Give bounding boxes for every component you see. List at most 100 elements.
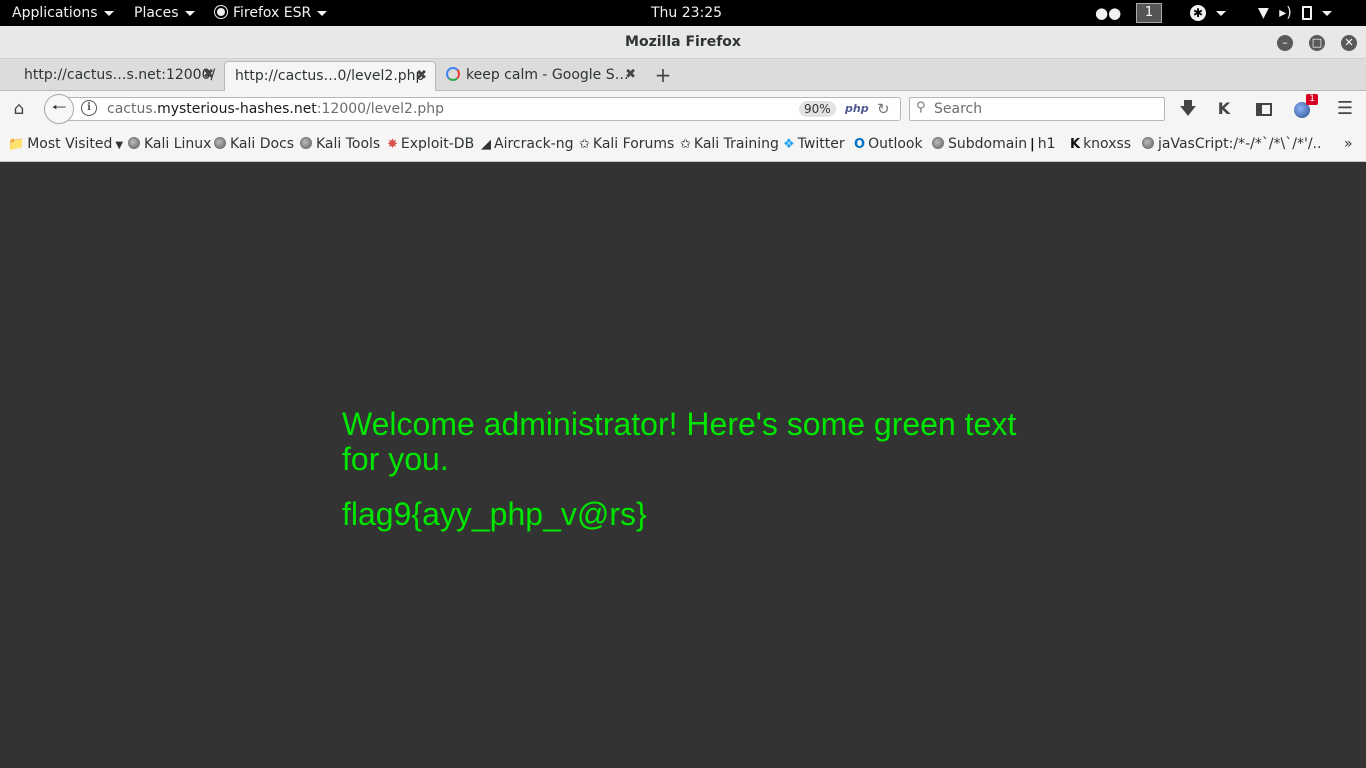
globe-icon [1142,137,1154,149]
tab-level2[interactable]: http://cactus…0/level2.php ✖ [224,61,436,92]
bookmark-label: Exploit-DB [400,136,475,152]
url-bar[interactable]: i cactus.mysterious-hashes.net:12000/lev… [44,97,901,121]
hamburger-menu-icon: ☰ [1336,98,1354,119]
wifi-icon: ▼ [1258,5,1269,21]
bookmark-label: Kali Training [693,136,779,152]
twitter-icon: ❖ [783,137,795,152]
battery-icon [1302,6,1313,20]
downloads-button[interactable]: 🡇 [1178,98,1198,120]
kali-dragon-icon: ✩ [579,137,590,152]
welcome-message: Welcome administrator! Here's some green… [342,406,1017,477]
extension-button[interactable]: 1 [1292,94,1318,120]
bookmark-label: Aircrack-ng [494,136,574,152]
bookmark-aircrack-ng[interactable]: ◢ Aircrack-ng [481,127,574,161]
window-titlebar: Mozilla Firefox – □ ✕ [0,26,1366,59]
system-menu[interactable]: ▼ ▸) [1258,0,1333,26]
workspace-number: 1 [1136,3,1162,23]
bookmark-subdomain[interactable]: Subdomain [932,127,1027,161]
video-camera-icon[interactable]: ●● [1095,0,1121,26]
notification-badge: 1 [1306,94,1318,105]
tab-label: http://cactus…0/level2.php [235,68,425,84]
zoom-indicator[interactable]: 90% [799,101,836,117]
globe-icon [932,137,944,149]
home-button[interactable]: ⌂ [8,98,30,120]
workspace-indicator[interactable]: 1 [1136,0,1162,26]
clock[interactable]: Thu 23:25 [651,0,722,26]
search-bar[interactable]: ⚲ [909,97,1165,121]
globe-icon [214,137,226,149]
url-prefix: cactus. [107,101,158,117]
bookmark-label: Kali Docs [230,136,295,152]
sidebar-button[interactable] [1254,98,1274,120]
navigation-toolbar: ⌂ i cactus.mysterious-hashes.net:12000/l… [0,91,1366,127]
google-icon [446,67,460,81]
chevron-down-icon [103,10,114,16]
bookmark-knoxss[interactable]: Kknoxss [1070,127,1131,161]
page-content: Welcome administrator! Here's some green… [0,162,1366,768]
back-button[interactable]: 🠐 [44,94,74,124]
tab-label: http://cactus…s.net:12000/ [24,67,216,83]
hackerone-icon: | [1030,137,1035,152]
maximize-button[interactable]: □ [1309,35,1325,51]
search-icon: ⚲ [916,100,926,115]
bookmark-label: Kali Tools [316,136,381,152]
applications-menu[interactable]: Applications [12,0,114,26]
chevron-down-icon [184,10,195,16]
close-tab-icon[interactable]: ✖ [625,61,636,89]
bookmarks-toolbar: 📁 Most Visited ▼ Kali Linux Kali Docs Kali… [0,127,1366,162]
bookmark-label: h1 [1037,136,1056,152]
bookmark-twitter[interactable]: ❖ Twitter [783,127,845,161]
php-icon[interactable]: php [845,98,869,120]
firefox-logo-icon [215,6,227,18]
places-menu[interactable]: Places [134,0,195,26]
search-input[interactable] [934,99,1159,119]
knoxss-icon: K [1217,99,1231,118]
window-title: Mozilla Firefox [625,34,741,50]
flag-text: flag9{ayy_php_v@rs} [342,496,647,532]
new-tab-button[interactable]: + [652,61,674,89]
knoxss-button[interactable]: K [1214,98,1234,120]
bookmark-label: Subdomain [948,136,1028,152]
bookmark-h1[interactable]: | h1 [1030,127,1056,161]
bookmark-label: Twitter [797,136,845,152]
bookmark-exploit-db[interactable]: ✸ Exploit-DB [387,127,474,161]
bookmark-kali-linux[interactable]: Kali Linux [128,127,211,161]
close-tab-icon[interactable]: ✖ [416,62,427,90]
bookmark-most-visited[interactable]: 📁 Most Visited ▼ [8,127,123,161]
url-text[interactable]: cactus.mysterious-hashes.net:12000/level… [107,98,444,120]
bookmark-label: knoxss [1083,136,1132,152]
bookmark-kali-forums[interactable]: ✩ Kali Forums [579,127,674,161]
bookmark-label: Kali Forums [592,136,675,152]
reload-icon[interactable]: ↻ [877,98,890,120]
maximize-icon: □ [1311,36,1323,49]
bookmark-kali-tools[interactable]: Kali Tools [300,127,380,161]
chevron-down-icon [1216,10,1226,16]
close-tab-icon[interactable]: ✖ [203,61,214,89]
accessibility-menu[interactable]: ✱ [1190,0,1226,26]
kali-dragon-icon: ✩ [680,137,691,152]
bookmark-kali-training[interactable]: ✩ Kali Training [680,127,779,161]
bookmarks-overflow-button[interactable]: » [1344,127,1353,161]
bookmark-label: Most Visited [27,136,113,152]
info-icon[interactable]: i [81,100,97,116]
applications-label: Applications [12,5,98,21]
url-suffix: :12000/level2.php [316,101,445,117]
menu-button[interactable]: ☰ [1334,98,1356,120]
tab-google-search[interactable]: keep calm - Google S… ✖ [436,61,644,91]
bookmark-kali-docs[interactable]: Kali Docs [214,127,294,161]
exploit-db-icon: ✸ [387,137,398,152]
bookmark-outlook[interactable]: O Outlook [854,127,923,161]
firefox-app-menu[interactable]: Firefox ESR [215,0,328,26]
tab-cactus-root[interactable]: http://cactus…s.net:12000/ ✖ [14,61,222,91]
bookmark-javascript[interactable]: jaVasCript:/*-/*`/*\`/*'/... [1142,127,1322,161]
close-window-button[interactable]: ✕ [1341,35,1357,51]
gnome-top-bar: Applications Places Firefox ESR Thu 23:2… [0,0,1366,26]
home-icon: ⌂ [13,99,25,119]
outlook-icon: O [854,137,866,152]
tab-strip: http://cactus…s.net:12000/ ✖ http://cact… [0,59,1366,92]
back-arrow-icon: 🠐 [51,98,67,118]
minimize-icon: – [1282,36,1288,49]
globe-icon [300,137,312,149]
minimize-button[interactable]: – [1277,35,1293,51]
folder-icon: 📁 [8,137,25,152]
